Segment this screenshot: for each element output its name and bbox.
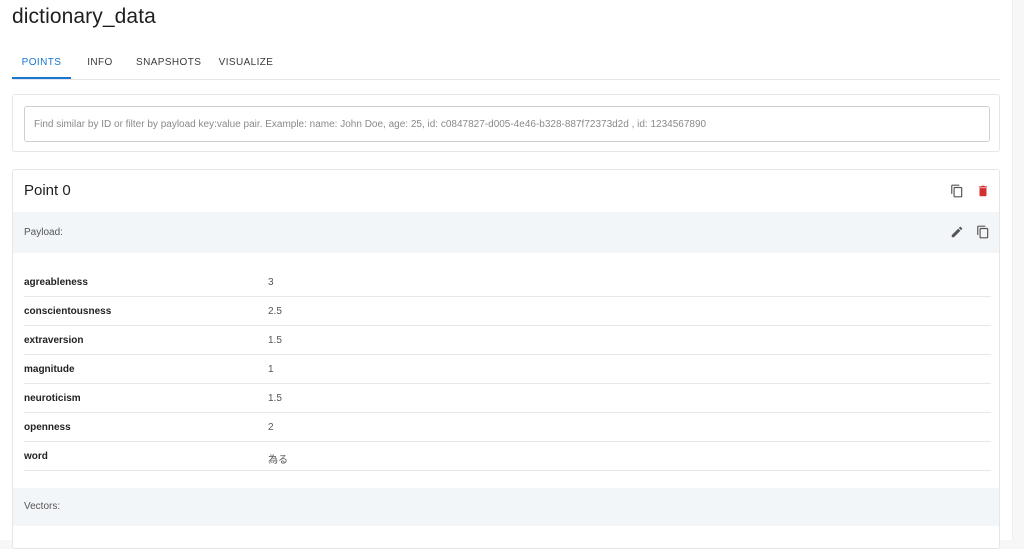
search-card [12,94,1000,152]
delete-point-button[interactable] [974,182,992,200]
payload-row: word 為る [24,442,991,471]
payload-value: 3 [268,277,274,288]
payload-label: Payload: [24,227,63,238]
tab-info[interactable]: INFO [82,48,118,77]
search-input[interactable] [24,106,990,142]
payload-value: 1 [268,364,274,375]
point-title: Point 0 [24,182,71,199]
payload-key: word [24,451,48,462]
copy-icon [951,184,963,198]
payload-key: extraversion [24,335,84,346]
payload-key: openness [24,422,71,433]
payload-value: 2.5 [268,306,282,317]
copy-point-button[interactable] [948,182,966,200]
payload-key: conscientousness [24,306,112,317]
payload-header: Payload: [13,212,999,253]
vectors-label: Vectors: [24,501,61,512]
payload-value: 1.5 [268,335,282,346]
edit-payload-button[interactable] [948,223,966,241]
payload-key: agreableness [24,277,88,288]
payload-row: conscientousness 2.5 [24,297,991,326]
tab-bar: POINTS INFO SNAPSHOTS VISUALIZE [12,48,1000,80]
copy-icon [977,225,989,239]
payload-key: magnitude [24,364,75,375]
tab-visualize[interactable]: VISUALIZE [216,48,276,77]
payload-row: extraversion 1.5 [24,326,991,355]
payload-row: agreableness 3 [24,268,991,297]
payload-value: 2 [268,422,274,433]
trash-icon [978,185,988,197]
copy-payload-button[interactable] [974,223,992,241]
page: dictionary_data POINTS INFO SNAPSHOTS VI… [0,0,1013,549]
payload-key: neuroticism [24,393,81,404]
payload-row: neuroticism 1.5 [24,384,991,413]
page-title: dictionary_data [12,5,156,28]
payload-value: 1.5 [268,393,282,404]
payload-row: magnitude 1 [24,355,991,384]
payload-value: 為る [268,455,288,466]
payload-row: openness 2 [24,413,991,442]
payload-table: agreableness 3 conscientousness 2.5 extr… [24,268,991,471]
tab-snapshots[interactable]: SNAPSHOTS [136,48,201,77]
pencil-icon [951,226,963,238]
tab-points[interactable]: POINTS [12,48,71,79]
point-card: Point 0 Payload: agreableness 3 conscien… [12,169,1000,549]
vectors-header: Vectors: [13,488,999,526]
